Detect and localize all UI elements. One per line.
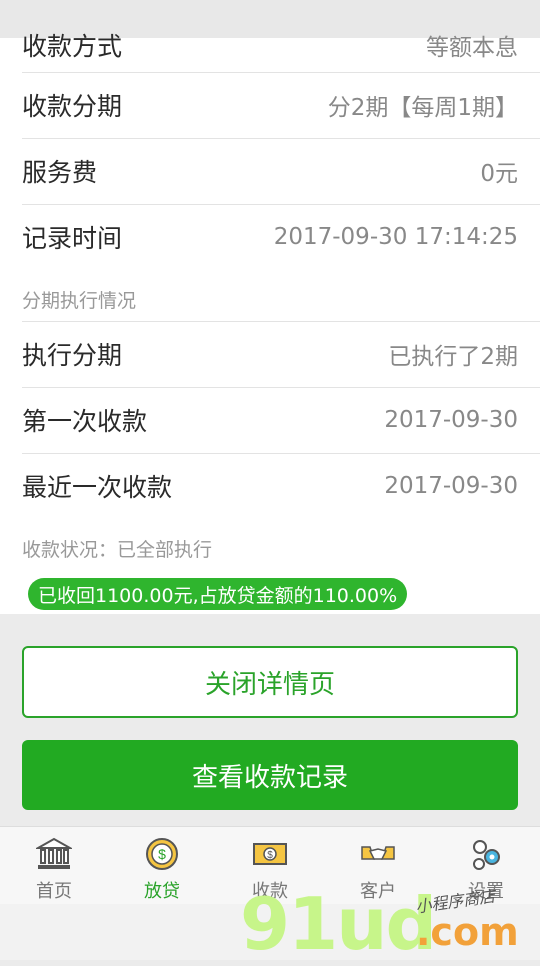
- detail-row-label: 服务费: [22, 158, 98, 187]
- tab-label: 首页: [36, 881, 72, 902]
- detail-panel: 收款方式 等额本息 收款分期 分2期【每周1期】 服务费 0元 记录时间 201…: [0, 32, 540, 614]
- view-records-button[interactable]: 查看收款记录: [22, 740, 518, 810]
- detail-row-service-fee: 服务费 0元: [0, 138, 540, 204]
- section-title: 分期执行情况: [22, 290, 137, 312]
- exec-row-label: 最近一次收款: [22, 473, 173, 502]
- gears-icon: [473, 840, 500, 870]
- svg-text:$: $: [267, 850, 273, 861]
- bank-icon: [36, 837, 72, 869]
- close-detail-button[interactable]: 关闭详情页: [22, 646, 518, 718]
- exec-row-value: 2017-09-30: [384, 407, 518, 433]
- summary-badge: 已收回1100.00元,占放贷金额的110.00%: [28, 578, 408, 610]
- exec-row-value: 已执行了2期: [388, 344, 518, 370]
- watermark-logo: 91ud: [240, 882, 437, 966]
- detail-row-value: 0元: [480, 161, 518, 187]
- exec-row-label: 执行分期: [22, 341, 123, 370]
- exec-row-latest-payment: 最近一次收款 2017-09-30: [0, 453, 540, 519]
- detail-row-record-time: 记录时间 2017-09-30 17:14:25: [0, 204, 540, 270]
- tab-home[interactable]: 首页: [0, 827, 108, 905]
- cash-icon: $: [253, 843, 287, 865]
- detail-row-value: 2017-09-30 17:14:25: [273, 224, 518, 250]
- detail-row-installments: 收款分期 分2期【每周1期】: [0, 72, 540, 138]
- payment-status-text: 收款状况：已全部执行: [22, 539, 213, 561]
- detail-row-value: 等额本息: [426, 35, 518, 61]
- watermark: 91ud 小程序商店 .com: [240, 882, 540, 966]
- exec-row-value: 2017-09-30: [384, 473, 518, 499]
- tab-label: 放贷: [144, 881, 180, 902]
- detail-row-value: 分2期【每周1期】: [327, 95, 518, 121]
- exec-row-first-payment: 第一次收款 2017-09-30: [0, 387, 540, 453]
- svg-text:$: $: [158, 846, 166, 862]
- exec-row-label: 第一次收款: [22, 407, 148, 436]
- handshake-icon: [361, 846, 395, 860]
- detail-row-payment-method: 收款方式 等额本息: [0, 12, 540, 78]
- detail-row-label: 收款方式: [22, 32, 123, 61]
- watermark-suffix: .com: [416, 910, 519, 954]
- tab-loan[interactable]: $ 放贷: [108, 827, 216, 905]
- detail-row-label: 记录时间: [22, 224, 123, 253]
- detail-row-label: 收款分期: [22, 92, 123, 121]
- exec-row-installments: 执行分期 已执行了2期: [0, 321, 540, 387]
- coin-icon: $: [146, 838, 178, 870]
